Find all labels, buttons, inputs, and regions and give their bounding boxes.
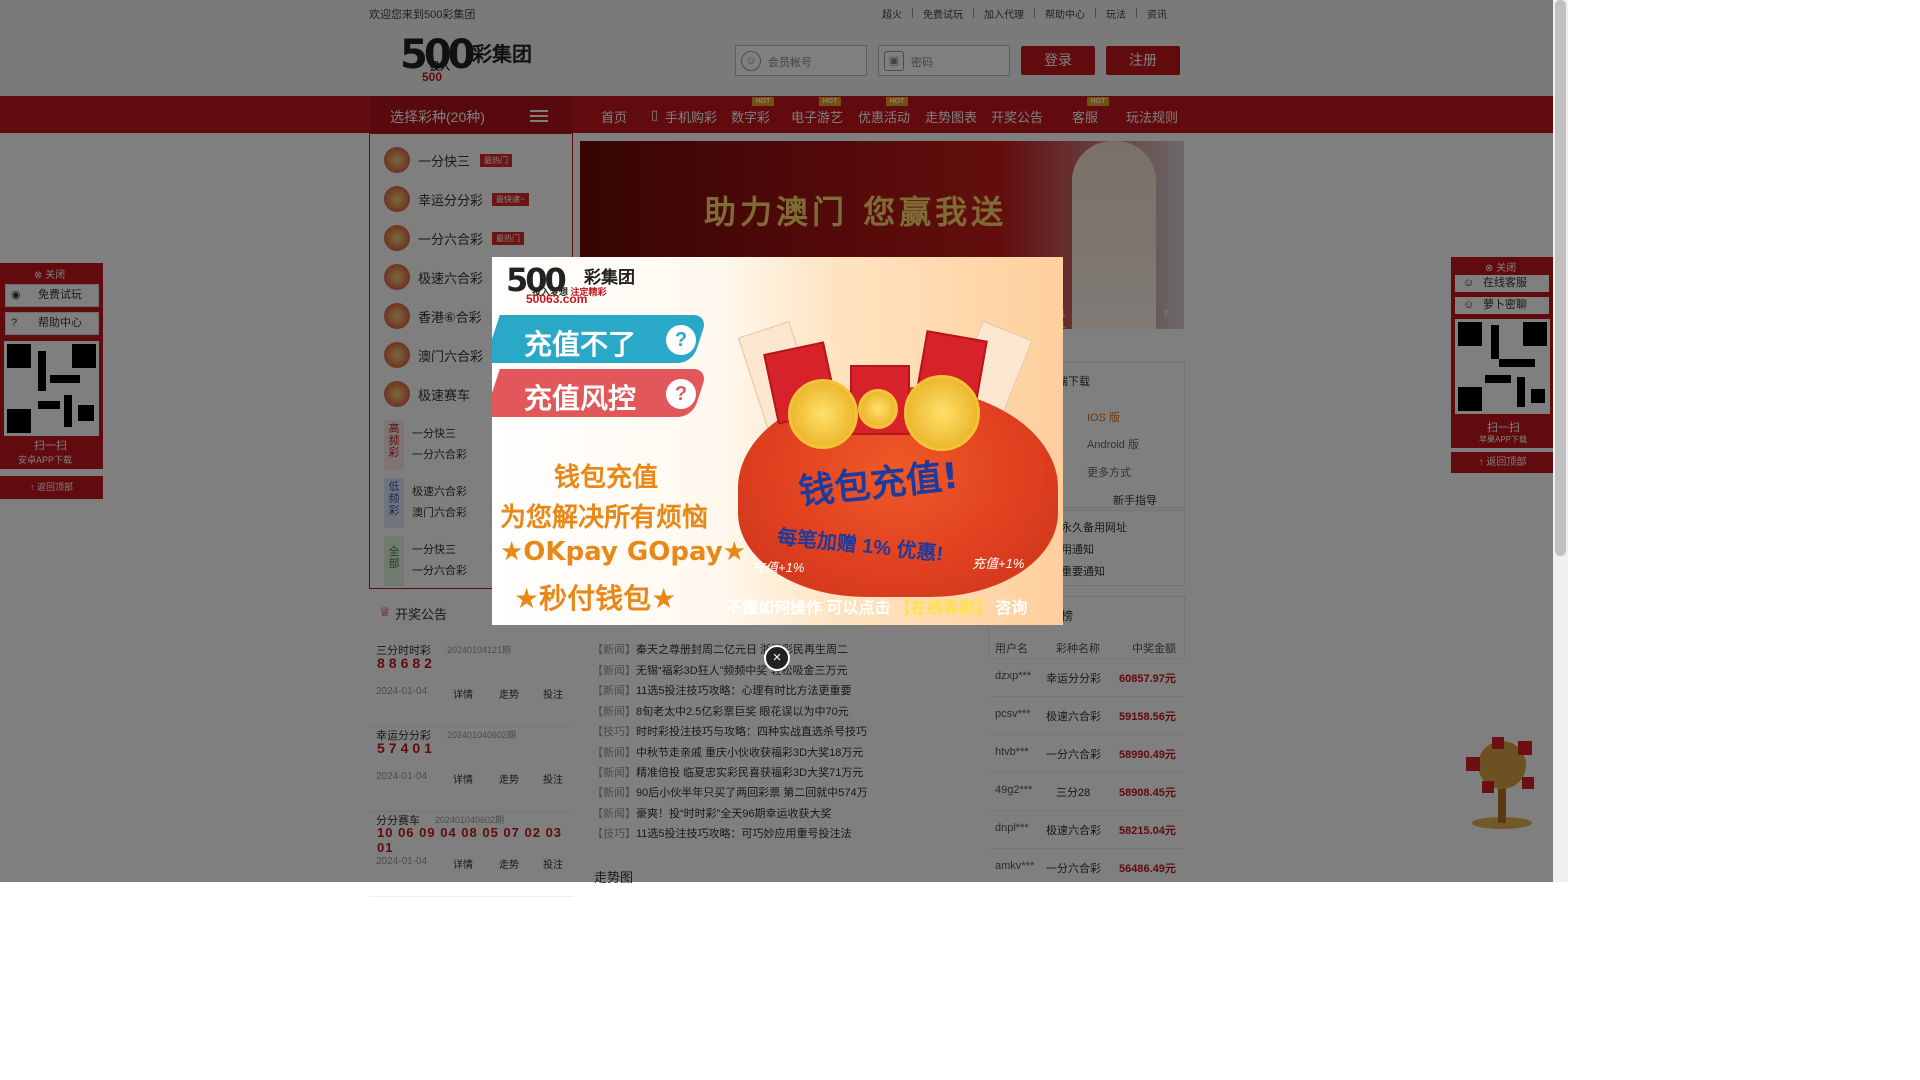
popup-close-button[interactable]: ×	[764, 645, 790, 671]
popup-url: 50063.com	[526, 292, 588, 306]
popup-bottom-suffix: 咨询	[995, 600, 1028, 617]
question-1: 充值不了	[524, 328, 637, 361]
gold-coin-image	[788, 379, 858, 449]
bonus-label: 充值+1%	[752, 560, 805, 575]
popup-bottom-text: 不懂如何操作 可以点击 【在线客服】 咨询	[726, 594, 1027, 618]
page-scrollbar[interactable]	[1553, 0, 1568, 882]
promo-popup[interactable]: 500 彩集团 投入梦想 注定精彩 50063.com 充值不了 ? 充值风控 …	[492, 257, 1063, 625]
popup-line-1: 钱包充值	[554, 463, 659, 493]
popup-line-3: ★OKpay GOpay★	[500, 537, 746, 567]
bonus-label: 充值+1%	[972, 556, 1025, 571]
popup-service-link[interactable]: 【在线客服】	[895, 600, 991, 617]
gold-coin-image	[858, 389, 898, 429]
scrollbar-thumb[interactable]	[1555, 0, 1566, 556]
popup-line-4: ★秒付钱包★	[514, 582, 677, 615]
popup-bottom-prefix: 不懂如何操作 可以点击	[726, 600, 891, 617]
question-mark-icon: ?	[666, 325, 696, 355]
question-mark-icon: ?	[666, 379, 696, 409]
close-icon: ×	[772, 649, 782, 666]
question-2: 充值风控	[524, 382, 637, 415]
popup-line-2: 为您解决所有烦恼	[500, 503, 709, 533]
gold-coin-image	[904, 375, 980, 451]
